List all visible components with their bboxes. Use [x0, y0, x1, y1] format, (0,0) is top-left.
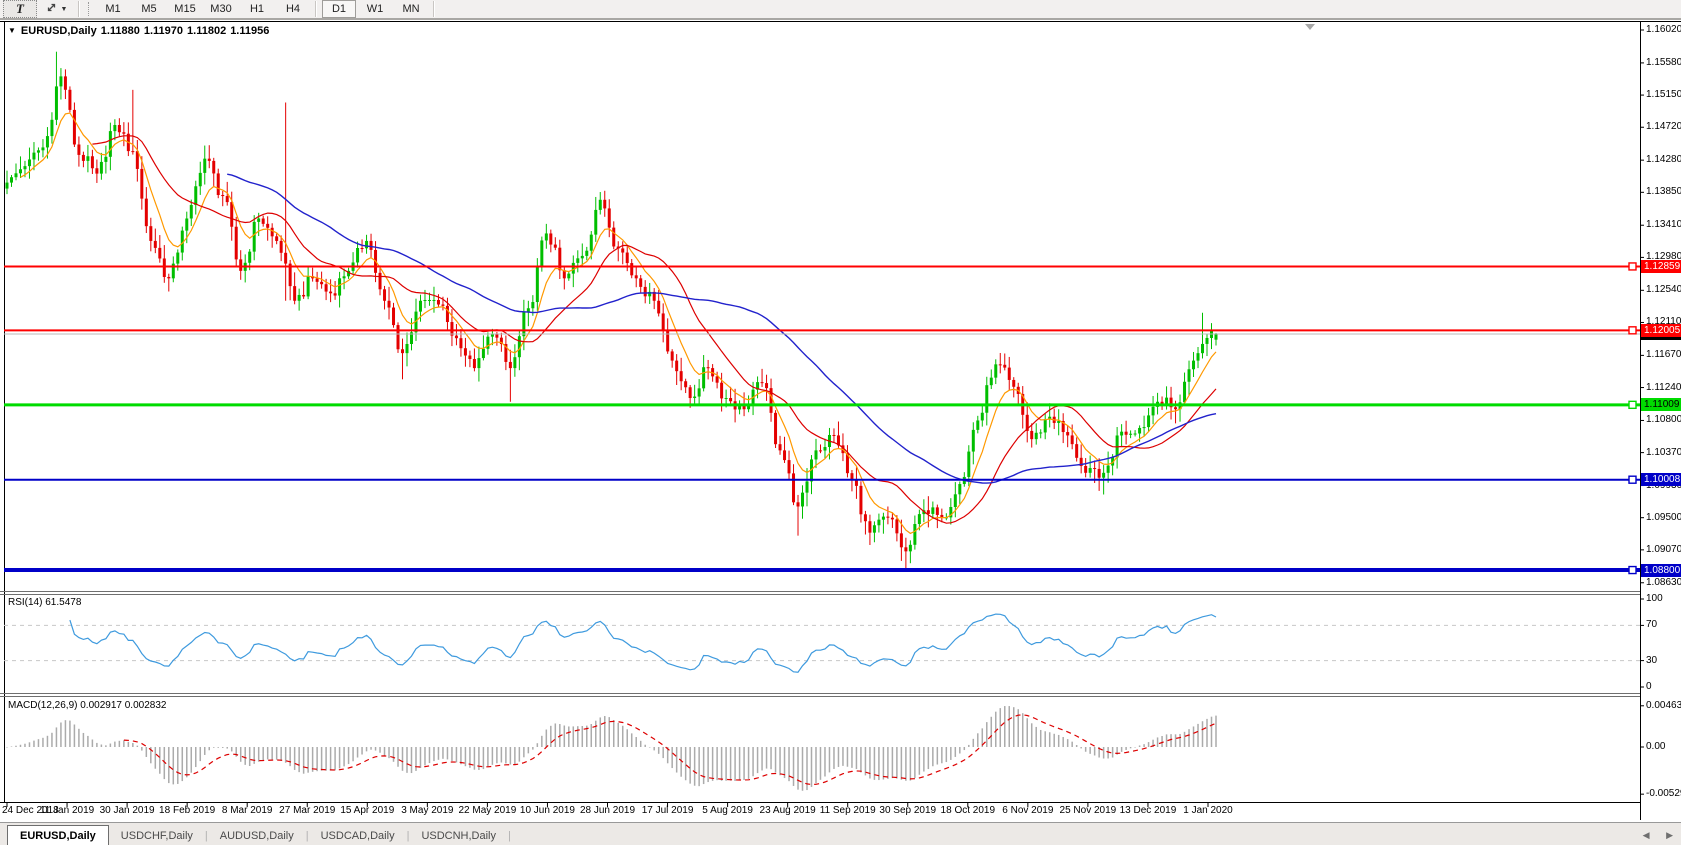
- tab-usdcnh[interactable]: USDCNH,Daily: [409, 827, 508, 845]
- level-handle-1.11009[interactable]: [1628, 400, 1637, 410]
- tab-separator: |: [508, 830, 511, 842]
- tab-usdcad[interactable]: USDCAD,Daily: [309, 827, 407, 845]
- quote-collapse-icon[interactable]: ▼: [8, 26, 16, 35]
- level-handle-1.12005[interactable]: [1628, 326, 1637, 335]
- level-handle-1.08800[interactable]: [1628, 565, 1637, 575]
- tab-scroll-arrows: ◀ ▶: [1629, 830, 1673, 841]
- rsi-label: RSI(14) 61.5478: [8, 597, 82, 608]
- chart-tab-bar: EURUSD,Daily USDCHF,Daily | AUDUSD,Daily | US…: [0, 822, 1681, 845]
- chart-canvas[interactable]: [0, 0, 1681, 845]
- tab-row: EURUSD,Daily USDCHF,Daily | AUDUSD,Daily | US…: [0, 825, 511, 845]
- quote-symbol: EURUSD,Daily: [20, 25, 97, 37]
- tab-usdchf[interactable]: USDCHF,Daily: [109, 827, 205, 845]
- quote-open: 1.11880: [100, 25, 140, 37]
- mt4-window: T ▼ M1 M5 M15 M30 H1 H4 D1 W1 MN ▼ EURUSD,Daily 1.…: [0, 0, 1681, 845]
- tab-audusd[interactable]: AUDUSD,Daily: [208, 827, 306, 845]
- tab-eurusd[interactable]: EURUSD,Daily: [7, 825, 109, 845]
- quote-high: 1.11970: [143, 25, 184, 37]
- tab-scroll-left-icon[interactable]: ◀: [1643, 830, 1650, 840]
- macd-label: MACD(12,26,9) 0.002917 0.002832: [8, 700, 167, 711]
- quote-close: 1.11956: [230, 25, 270, 37]
- tab-scroll-right-icon[interactable]: ▶: [1666, 830, 1673, 840]
- level-handle-1.12859[interactable]: [1628, 262, 1637, 271]
- level-handle-1.10008[interactable]: [1628, 475, 1637, 484]
- quote-low: 1.11802: [187, 25, 227, 37]
- quote-line: ▼ EURUSD,Daily 1.11880 1.11970 1.11802 1.1195…: [8, 25, 273, 37]
- time-axis[interactable]: [0, 802, 1640, 821]
- price-axis[interactable]: [1640, 22, 1681, 802]
